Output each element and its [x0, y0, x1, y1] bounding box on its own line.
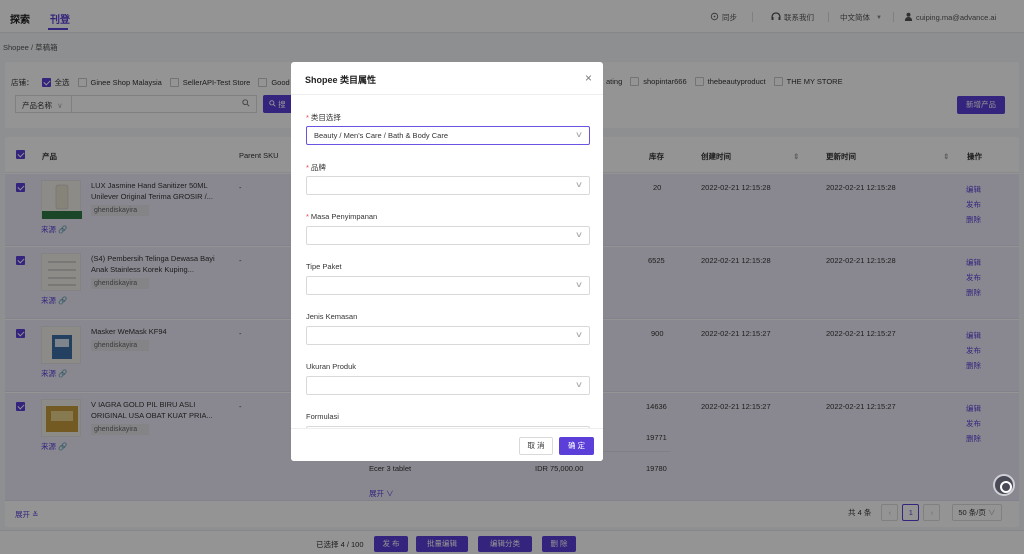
chevron-down-icon: ∨ — [574, 280, 584, 289]
confirm-button[interactable]: 确 定 — [559, 437, 594, 455]
modal-body[interactable]: * 类目选择 Beauty / Men's Care / Bath & Body … — [291, 95, 603, 428]
modal-footer: 取 消 确 定 — [291, 428, 603, 461]
chevron-down-icon: ∨ — [574, 130, 584, 139]
shelf-life-select[interactable]: ∨ — [306, 226, 590, 245]
product-size-select[interactable]: ∨ — [306, 376, 590, 395]
field-label-package-type: Tipe Paket — [306, 262, 342, 271]
chevron-down-icon: ∨ — [574, 380, 584, 389]
field-label-packaging: Jenis Kemasan — [306, 312, 358, 321]
brand-select[interactable]: ∨ — [306, 176, 590, 195]
cancel-button[interactable]: 取 消 — [519, 437, 553, 455]
field-label-text: 类目选择 — [310, 113, 341, 122]
close-icon[interactable]: × — [585, 72, 592, 84]
required-marker: * — [306, 113, 309, 122]
package-type-select[interactable]: ∨ — [306, 276, 590, 295]
field-label-text: Masa Penyimpanan — [310, 212, 378, 221]
field-label-shelf-life: * Masa Penyimpanan — [306, 212, 377, 221]
field-label-brand: * 品牌 — [306, 162, 326, 173]
required-marker: * — [306, 163, 309, 172]
chevron-down-icon: ∨ — [574, 180, 584, 189]
category-select-value: Beauty / Men's Care / Bath & Body Care — [314, 131, 448, 140]
help-float-button[interactable] — [993, 474, 1015, 496]
packaging-select[interactable]: ∨ — [306, 326, 590, 345]
chevron-down-icon: ∨ — [574, 230, 584, 239]
required-marker: * — [306, 212, 309, 221]
field-label-category: * 类目选择 — [306, 112, 341, 123]
modal-header: Shopee 类目属性 × — [291, 62, 603, 95]
field-label-formulation: Formulasi — [306, 412, 339, 421]
field-label-text: 品牌 — [310, 163, 326, 172]
chevron-down-icon: ∨ — [574, 330, 584, 339]
field-label-product-size: Ukuran Produk — [306, 362, 357, 371]
modal-title: Shopee 类目属性 — [305, 75, 377, 85]
category-attributes-modal: Shopee 类目属性 × * 类目选择 Beauty / Men's Care … — [291, 62, 603, 461]
category-select[interactable]: Beauty / Men's Care / Bath & Body Care ∨ — [306, 126, 590, 145]
